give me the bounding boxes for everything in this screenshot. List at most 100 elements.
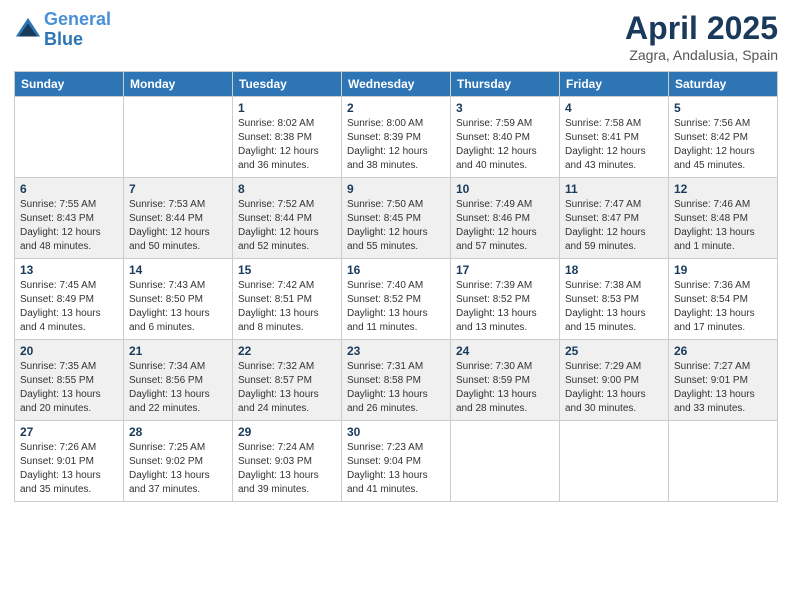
table-row: 20 Sunrise: 7:35 AM Sunset: 8:55 PM Dayli… (15, 340, 124, 421)
table-row: 16 Sunrise: 7:40 AM Sunset: 8:52 PM Dayli… (342, 259, 451, 340)
day-info: Sunrise: 7:55 AM Sunset: 8:43 PM Dayligh… (20, 198, 118, 254)
day-number: 4 (565, 101, 663, 115)
table-row: 7Sunrise: 7:53 AM Sunset: 8:44 PM Daylig… (124, 178, 233, 259)
col-wednesday: Wednesday (342, 72, 451, 97)
day-number: 18 (565, 263, 663, 277)
table-row: 4 Sunrise: 7:58 AM Sunset: 8:41 PM Daylig… (560, 97, 669, 178)
week-row-0: 1Sunrise: 8:02 AM Sunset: 8:38 PM Daylig… (15, 97, 778, 178)
day-number: 11 (565, 182, 663, 196)
col-sunday: Sunday (15, 72, 124, 97)
day-info: Sunrise: 7:29 AM Sunset: 9:00 PM Dayligh… (565, 360, 663, 416)
table-row: 6 Sunrise: 7:55 AM Sunset: 8:43 PM Daylig… (15, 178, 124, 259)
week-row-3: 20 Sunrise: 7:35 AM Sunset: 8:55 PM Dayli… (15, 340, 778, 421)
col-friday: Friday (560, 72, 669, 97)
day-info: Sunrise: 7:36 AM Sunset: 8:54 PM Dayligh… (674, 279, 772, 335)
table-row: 30 Sunrise: 7:23 AM Sunset: 9:04 PM Dayli… (342, 421, 451, 502)
day-info: Sunrise: 7:47 AM Sunset: 8:47 PM Dayligh… (565, 198, 663, 254)
day-info: Sunrise: 7:42 AM Sunset: 8:51 PM Dayligh… (238, 279, 336, 335)
table-row: 24 Sunrise: 7:30 AM Sunset: 8:59 PM Dayli… (451, 340, 560, 421)
logo-text: General Blue (44, 10, 111, 50)
table-row: 19Sunrise: 7:36 AM Sunset: 8:54 PM Dayli… (669, 259, 778, 340)
day-number: 29 (238, 425, 336, 439)
day-number: 6 (20, 182, 118, 196)
day-number: 7 (129, 182, 227, 196)
table-row: 28Sunrise: 7:25 AM Sunset: 9:02 PM Dayli… (124, 421, 233, 502)
table-row: 23Sunrise: 7:31 AM Sunset: 8:58 PM Dayli… (342, 340, 451, 421)
table-row: 9 Sunrise: 7:50 AM Sunset: 8:45 PM Daylig… (342, 178, 451, 259)
day-number: 30 (347, 425, 445, 439)
table-row (15, 97, 124, 178)
table-row: 14Sunrise: 7:43 AM Sunset: 8:50 PM Dayli… (124, 259, 233, 340)
table-row: 15 Sunrise: 7:42 AM Sunset: 8:51 PM Dayli… (233, 259, 342, 340)
day-number: 24 (456, 344, 554, 358)
day-info: Sunrise: 7:23 AM Sunset: 9:04 PM Dayligh… (347, 441, 445, 497)
day-number: 9 (347, 182, 445, 196)
header: General Blue April 2025 Zagra, Andalusia… (14, 10, 778, 63)
day-info: Sunrise: 7:26 AM Sunset: 9:01 PM Dayligh… (20, 441, 118, 497)
day-info: Sunrise: 7:35 AM Sunset: 8:55 PM Dayligh… (20, 360, 118, 416)
day-number: 21 (129, 344, 227, 358)
day-number: 26 (674, 344, 772, 358)
day-number: 25 (565, 344, 663, 358)
col-monday: Monday (124, 72, 233, 97)
day-number: 2 (347, 101, 445, 115)
table-row: 18Sunrise: 7:38 AM Sunset: 8:53 PM Dayli… (560, 259, 669, 340)
day-number: 5 (674, 101, 772, 115)
table-row (669, 421, 778, 502)
col-tuesday: Tuesday (233, 72, 342, 97)
day-info: Sunrise: 7:27 AM Sunset: 9:01 PM Dayligh… (674, 360, 772, 416)
logo-line2: Blue (44, 29, 83, 49)
day-info: Sunrise: 7:46 AM Sunset: 8:48 PM Dayligh… (674, 198, 772, 254)
table-row: 22Sunrise: 7:32 AM Sunset: 8:57 PM Dayli… (233, 340, 342, 421)
col-thursday: Thursday (451, 72, 560, 97)
table-row: 11 Sunrise: 7:47 AM Sunset: 8:47 PM Dayli… (560, 178, 669, 259)
day-number: 3 (456, 101, 554, 115)
calendar-table: Sunday Monday Tuesday Wednesday Thursday… (14, 71, 778, 502)
table-row: 8 Sunrise: 7:52 AM Sunset: 8:44 PM Daylig… (233, 178, 342, 259)
week-row-4: 27 Sunrise: 7:26 AM Sunset: 9:01 PM Dayli… (15, 421, 778, 502)
day-number: 14 (129, 263, 227, 277)
calendar-title: April 2025 (625, 10, 778, 47)
day-info: Sunrise: 7:34 AM Sunset: 8:56 PM Dayligh… (129, 360, 227, 416)
table-row: 10 Sunrise: 7:49 AM Sunset: 8:46 PM Dayli… (451, 178, 560, 259)
table-row: 13Sunrise: 7:45 AM Sunset: 8:49 PM Dayli… (15, 259, 124, 340)
logo: General Blue (14, 10, 111, 50)
logo-icon (14, 16, 42, 44)
day-number: 20 (20, 344, 118, 358)
day-number: 15 (238, 263, 336, 277)
day-number: 13 (20, 263, 118, 277)
day-info: Sunrise: 7:39 AM Sunset: 8:52 PM Dayligh… (456, 279, 554, 335)
day-number: 22 (238, 344, 336, 358)
day-info: Sunrise: 7:52 AM Sunset: 8:44 PM Dayligh… (238, 198, 336, 254)
day-info: Sunrise: 7:31 AM Sunset: 8:58 PM Dayligh… (347, 360, 445, 416)
day-info: Sunrise: 7:30 AM Sunset: 8:59 PM Dayligh… (456, 360, 554, 416)
day-info: Sunrise: 7:49 AM Sunset: 8:46 PM Dayligh… (456, 198, 554, 254)
table-row: 25 Sunrise: 7:29 AM Sunset: 9:00 PM Dayli… (560, 340, 669, 421)
day-info: Sunrise: 7:40 AM Sunset: 8:52 PM Dayligh… (347, 279, 445, 335)
day-info: Sunrise: 7:25 AM Sunset: 9:02 PM Dayligh… (129, 441, 227, 497)
day-info: Sunrise: 7:24 AM Sunset: 9:03 PM Dayligh… (238, 441, 336, 497)
day-number: 27 (20, 425, 118, 439)
day-info: Sunrise: 7:56 AM Sunset: 8:42 PM Dayligh… (674, 117, 772, 173)
page: General Blue April 2025 Zagra, Andalusia… (0, 0, 792, 612)
day-number: 8 (238, 182, 336, 196)
table-row: 27 Sunrise: 7:26 AM Sunset: 9:01 PM Dayli… (15, 421, 124, 502)
calendar-header-row: Sunday Monday Tuesday Wednesday Thursday… (15, 72, 778, 97)
table-row: 5 Sunrise: 7:56 AM Sunset: 8:42 PM Daylig… (669, 97, 778, 178)
col-saturday: Saturday (669, 72, 778, 97)
day-number: 16 (347, 263, 445, 277)
table-row: 26 Sunrise: 7:27 AM Sunset: 9:01 PM Dayli… (669, 340, 778, 421)
table-row: 2Sunrise: 8:00 AM Sunset: 8:39 PM Daylig… (342, 97, 451, 178)
day-number: 1 (238, 101, 336, 115)
table-row: 3 Sunrise: 7:59 AM Sunset: 8:40 PM Daylig… (451, 97, 560, 178)
day-info: Sunrise: 7:59 AM Sunset: 8:40 PM Dayligh… (456, 117, 554, 173)
table-row (124, 97, 233, 178)
week-row-1: 6 Sunrise: 7:55 AM Sunset: 8:43 PM Daylig… (15, 178, 778, 259)
table-row (560, 421, 669, 502)
table-row: 17Sunrise: 7:39 AM Sunset: 8:52 PM Dayli… (451, 259, 560, 340)
title-block: April 2025 Zagra, Andalusia, Spain (625, 10, 778, 63)
day-info: Sunrise: 7:50 AM Sunset: 8:45 PM Dayligh… (347, 198, 445, 254)
day-info: Sunrise: 7:58 AM Sunset: 8:41 PM Dayligh… (565, 117, 663, 173)
week-row-2: 13Sunrise: 7:45 AM Sunset: 8:49 PM Dayli… (15, 259, 778, 340)
day-number: 10 (456, 182, 554, 196)
